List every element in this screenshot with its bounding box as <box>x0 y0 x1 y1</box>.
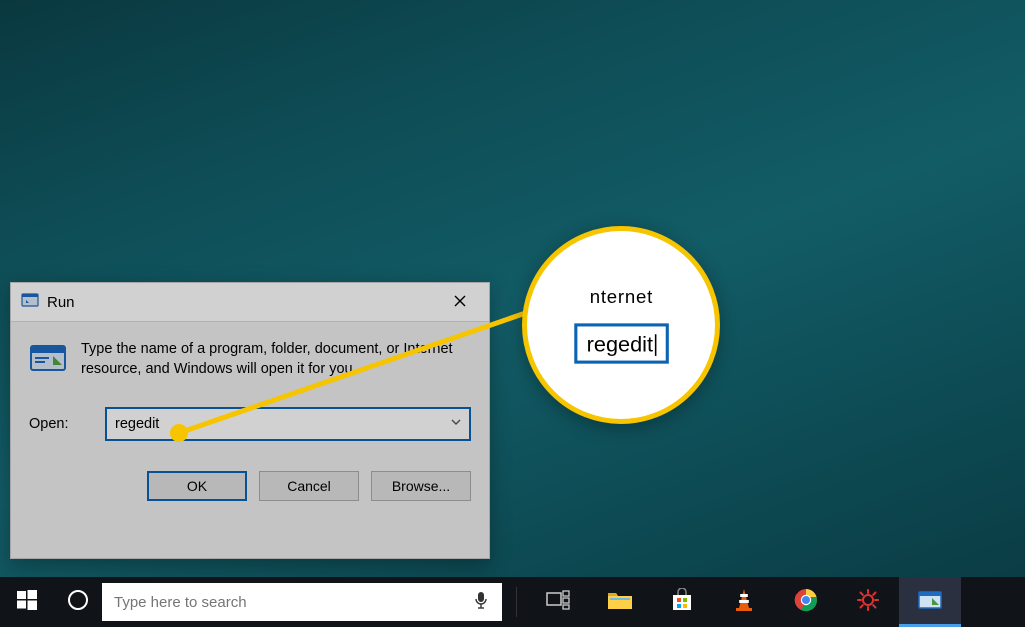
taskbar-search-box[interactable] <box>102 583 502 621</box>
run-description: Type the name of a program, folder, docu… <box>81 340 471 379</box>
store-icon <box>670 588 694 617</box>
gear-red-icon <box>856 588 880 617</box>
taskbar-item-taskview[interactable] <box>527 577 589 627</box>
windows-logo-icon <box>17 590 37 615</box>
run-app-taskbar-icon <box>917 589 943 616</box>
text-caret-icon <box>654 335 656 357</box>
taskbar-divider <box>516 587 517 617</box>
ok-button[interactable]: OK <box>147 471 247 501</box>
open-label: Open: <box>29 416 91 432</box>
taskbar-item-gear-app[interactable] <box>837 577 899 627</box>
taskbar-item-run[interactable] <box>899 577 961 627</box>
combobox-dropdown-button[interactable] <box>443 409 469 439</box>
taskview-icon <box>546 590 570 615</box>
run-icon <box>21 291 39 313</box>
run-dialog: Run Type the name of a program, folder, … <box>10 282 490 559</box>
microphone-icon <box>474 591 488 614</box>
open-input[interactable] <box>107 409 443 439</box>
chrome-icon <box>794 588 818 617</box>
callout-input-value: regedit <box>586 331 652 356</box>
run-titlebar[interactable]: Run <box>11 283 489 322</box>
callout-input-preview: regedit <box>574 323 668 364</box>
close-button[interactable] <box>437 287 483 317</box>
open-combobox[interactable] <box>105 407 471 441</box>
folder-icon <box>607 589 633 616</box>
callout-fragment-text: nternet <box>574 286 668 308</box>
cancel-button[interactable]: Cancel <box>259 471 359 501</box>
taskbar-item-microsoft-store[interactable] <box>651 577 713 627</box>
chevron-down-icon <box>450 415 462 433</box>
microphone-button[interactable] <box>470 591 492 614</box>
run-title: Run <box>47 294 75 311</box>
taskbar-item-file-explorer[interactable] <box>589 577 651 627</box>
browse-button[interactable]: Browse... <box>371 471 471 501</box>
run-button-row: OK Cancel Browse... <box>11 451 489 519</box>
cortana-button[interactable] <box>54 577 102 627</box>
callout-magnifier: nternet regedit <box>522 226 720 424</box>
taskbar <box>0 577 1025 627</box>
close-icon <box>453 294 467 311</box>
run-app-icon <box>29 340 67 378</box>
taskbar-item-chrome[interactable] <box>775 577 837 627</box>
cortana-circle-icon <box>67 589 89 616</box>
vlc-cone-icon <box>733 588 755 617</box>
start-button[interactable] <box>0 577 54 627</box>
taskbar-item-vlc[interactable] <box>713 577 775 627</box>
taskbar-search-input[interactable] <box>112 593 470 612</box>
